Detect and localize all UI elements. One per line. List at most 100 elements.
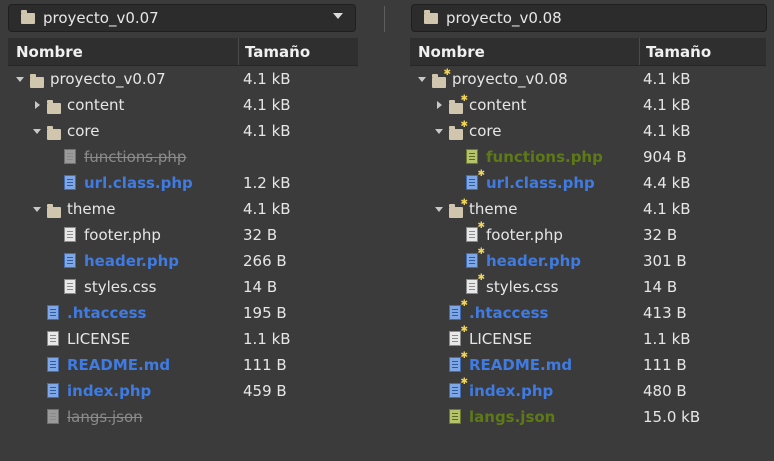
- tree-row[interactable]: functions.php: [0, 144, 362, 170]
- folder-icon-wrapper: ✱: [432, 69, 451, 88]
- file-size: 266 B: [243, 252, 287, 270]
- folder-icon-wrapper: [47, 100, 62, 114]
- tree-row[interactable]: theme 4.1 kB: [0, 196, 362, 222]
- file-icon: [449, 331, 461, 346]
- expander-collapsed-icon[interactable]: [435, 100, 445, 110]
- column-size-header[interactable]: Tamaño: [238, 38, 310, 65]
- tree-row[interactable]: ✱ LICENSE 1.1 kB: [408, 326, 774, 352]
- file-name: langs.json: [67, 408, 143, 426]
- file-icon: [466, 227, 478, 242]
- tree-row[interactable]: ✱ README.md 111 B: [408, 352, 774, 378]
- column-size-header[interactable]: Tamaño: [639, 38, 711, 65]
- file-name: header.php: [84, 252, 179, 270]
- pane-separator: [384, 6, 385, 32]
- file-name: url.class.php: [84, 174, 193, 192]
- tree-row[interactable]: ✱ .htaccess 413 B: [408, 300, 774, 326]
- tree-row[interactable]: styles.css 14 B: [0, 274, 362, 300]
- tree-row[interactable]: ✱ header.php 301 B: [408, 248, 774, 274]
- file-name: header.php: [486, 252, 581, 270]
- file-size: 14 B: [243, 278, 278, 296]
- file-icon: [466, 175, 478, 190]
- location-label: proyecto_v0.08: [446, 9, 562, 27]
- column-header: Nombre Tamaño: [8, 38, 358, 66]
- file-name: footer.php: [486, 226, 563, 244]
- file-size: 15.0 kB: [643, 408, 701, 426]
- file-name: functions.php: [486, 148, 603, 166]
- tree-row[interactable]: proyecto_v0.07 4.1 kB: [0, 66, 362, 92]
- folder-icon: [21, 9, 35, 24]
- tree-row[interactable]: ✱ styles.css 14 B: [408, 274, 774, 300]
- folder-icon-wrapper: ✱: [449, 95, 468, 114]
- tree-row[interactable]: content 4.1 kB: [0, 92, 362, 118]
- file-icon: [449, 305, 461, 320]
- folder-icon: [449, 126, 463, 140]
- tree-row[interactable]: header.php 266 B: [0, 248, 362, 274]
- file-icon-wrapper: ✱: [466, 248, 485, 268]
- location-button-left[interactable]: proyecto_v0.07: [8, 4, 356, 32]
- file-size: 301 B: [643, 252, 687, 270]
- file-icon: [466, 253, 478, 268]
- file-icon-wrapper: ✱: [449, 326, 468, 346]
- modified-emblem-icon: ✱: [460, 94, 468, 104]
- file-icon: [64, 253, 76, 268]
- expander-collapsed-icon[interactable]: [33, 100, 43, 110]
- file-icon: [449, 357, 461, 372]
- file-name: styles.css: [84, 278, 157, 296]
- folder-icon: [30, 74, 44, 88]
- tree-row[interactable]: ✱ footer.php 32 B: [408, 222, 774, 248]
- tree-row[interactable]: ✱ core 4.1 kB: [408, 118, 774, 144]
- file-icon: [64, 227, 76, 242]
- tree-row[interactable]: ✱ theme 4.1 kB: [408, 196, 774, 222]
- file-name: core: [67, 122, 100, 140]
- file-size: 4.1 kB: [243, 96, 291, 114]
- modified-emblem-icon: ✱: [460, 351, 468, 361]
- tree-row[interactable]: index.php 459 B: [0, 378, 362, 404]
- tree-row[interactable]: README.md 111 B: [0, 352, 362, 378]
- folder-icon-wrapper: ✱: [449, 199, 468, 218]
- expander-expanded-icon[interactable]: [33, 126, 43, 136]
- file-icon: [47, 357, 59, 372]
- column-name-header[interactable]: Nombre: [418, 43, 485, 61]
- tree-row[interactable]: functions.php 904 B: [408, 144, 774, 170]
- expander-expanded-icon[interactable]: [33, 204, 43, 214]
- tree-row[interactable]: url.class.php 1.2 kB: [0, 170, 362, 196]
- file-name: README.md: [67, 356, 171, 374]
- file-icon-wrapper: [64, 253, 79, 268]
- folder-icon: [449, 100, 463, 114]
- file-size: 4.1 kB: [643, 122, 691, 140]
- tree-row[interactable]: footer.php 32 B: [0, 222, 362, 248]
- file-icon-wrapper: [466, 149, 481, 164]
- tree-row[interactable]: ✱ index.php 480 B: [408, 378, 774, 404]
- tree-row[interactable]: core 4.1 kB: [0, 118, 362, 144]
- location-button-right[interactable]: proyecto_v0.08: [411, 4, 767, 32]
- modified-emblem-icon: ✱: [460, 198, 468, 208]
- file-icon-wrapper: ✱: [449, 300, 468, 320]
- expander-expanded-icon[interactable]: [16, 74, 26, 84]
- expander-expanded-icon[interactable]: [435, 204, 445, 214]
- folder-icon: [432, 74, 446, 88]
- expander-expanded-icon[interactable]: [418, 74, 428, 84]
- file-icon: [47, 305, 59, 320]
- file-name: proyecto_v0.08: [452, 70, 568, 88]
- tree-row[interactable]: LICENSE 1.1 kB: [0, 326, 362, 352]
- file-size: 4.1 kB: [243, 122, 291, 140]
- column-name-header[interactable]: Nombre: [16, 43, 83, 61]
- file-icon-wrapper: [47, 331, 62, 346]
- tree-row[interactable]: ✱ url.class.php 4.4 kB: [408, 170, 774, 196]
- tree-row[interactable]: langs.json 15.0 kB: [408, 404, 774, 430]
- tree-row[interactable]: .htaccess 195 B: [0, 300, 362, 326]
- expander-expanded-icon[interactable]: [435, 126, 445, 136]
- modified-emblem-icon: ✱: [477, 247, 485, 257]
- file-size: 32 B: [643, 226, 678, 244]
- file-size: 195 B: [243, 304, 287, 322]
- file-size: 4.1 kB: [243, 70, 291, 88]
- file-name: .htaccess: [469, 304, 549, 322]
- tree-row[interactable]: langs.json: [0, 404, 362, 430]
- tree-row[interactable]: ✱ content 4.1 kB: [408, 92, 774, 118]
- modified-emblem-icon: ✱: [477, 221, 485, 231]
- modified-emblem-icon: ✱: [477, 273, 485, 283]
- tree-row[interactable]: ✱ proyecto_v0.08 4.1 kB: [408, 66, 774, 92]
- column-header: Nombre Tamaño: [410, 38, 766, 66]
- file-icon-wrapper: [47, 383, 62, 398]
- file-name: langs.json: [469, 408, 556, 426]
